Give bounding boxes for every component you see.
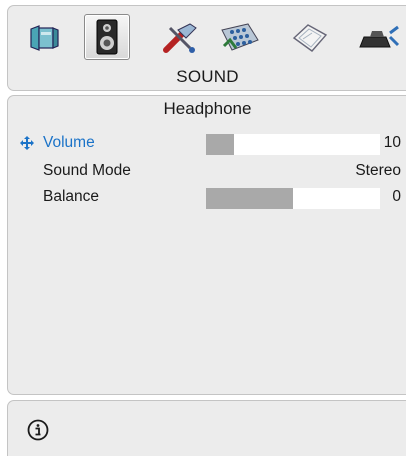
balance-slider-fill xyxy=(206,188,293,209)
sound-mode-label: Sound Mode xyxy=(43,162,131,179)
menu-icon-bar xyxy=(8,14,406,64)
sound-mode-row[interactable]: Sound Mode Stereo xyxy=(8,160,406,182)
volume-row[interactable]: Volume 10 xyxy=(8,132,406,156)
picture-icon[interactable] xyxy=(22,16,66,60)
balance-row[interactable]: Balance 0 xyxy=(8,186,406,209)
menu-header: SOUND xyxy=(7,5,406,91)
footer-panel xyxy=(7,400,406,456)
volume-slider-fill xyxy=(206,134,234,155)
channel-setup-icon[interactable] xyxy=(218,16,262,60)
menu-title: SOUND xyxy=(176,67,239,86)
sound-icon[interactable] xyxy=(84,14,130,60)
manual-icon[interactable] xyxy=(288,16,332,60)
sound-mode-value: Stereo xyxy=(355,162,401,179)
volume-slider[interactable] xyxy=(206,134,380,155)
info-icon[interactable] xyxy=(27,419,49,446)
volume-value: 10 xyxy=(383,134,401,151)
balance-slider[interactable] xyxy=(206,188,380,209)
network-icon[interactable] xyxy=(356,16,400,60)
tools-icon[interactable] xyxy=(158,16,202,60)
balance-value: 0 xyxy=(392,188,401,205)
headphone-panel: Headphone Volume 10 Sound Mode Stereo Ba… xyxy=(7,95,406,395)
submenu-title: Headphone xyxy=(163,99,252,118)
balance-label: Balance xyxy=(43,188,100,205)
move-cursor-icon xyxy=(19,135,35,156)
volume-label: Volume xyxy=(43,134,95,151)
